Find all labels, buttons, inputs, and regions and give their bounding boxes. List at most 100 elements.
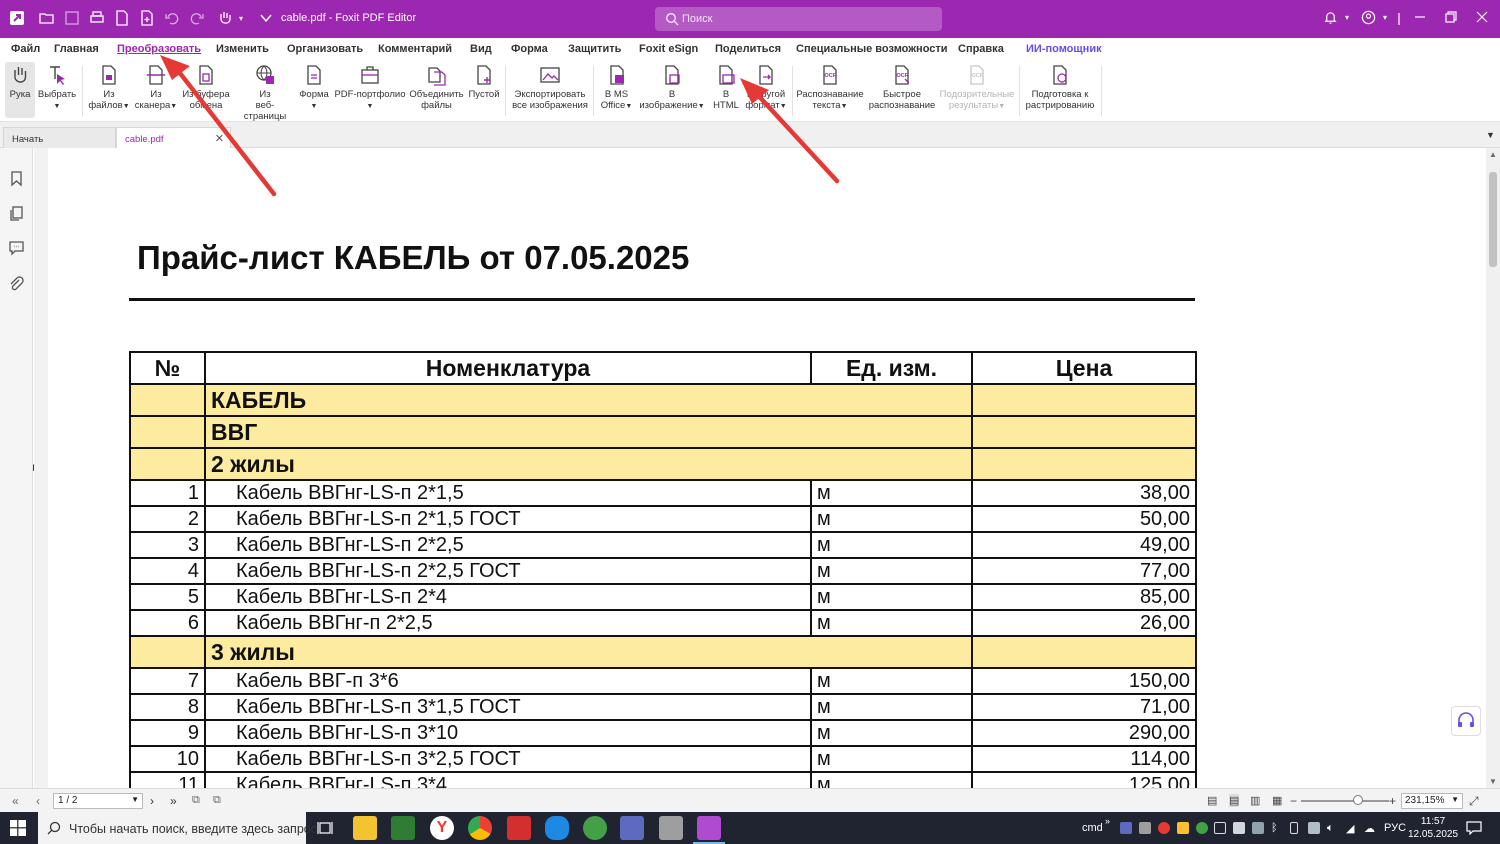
menu-accessibility[interactable]: Специальные возможности <box>796 43 948 55</box>
file-explorer-app-icon[interactable] <box>353 816 377 840</box>
menu-organize[interactable]: Организовать <box>287 43 363 55</box>
language-indicator[interactable]: РУС <box>1384 822 1406 834</box>
zoom-in-icon[interactable]: + <box>1389 794 1396 808</box>
minimize-icon[interactable] <box>1412 10 1428 26</box>
from-web-button[interactable]: Из веб-страницы <box>235 62 295 122</box>
excel-app-icon[interactable] <box>391 816 415 840</box>
scanner-app-icon[interactable] <box>659 816 683 840</box>
task-view-icon[interactable] <box>317 821 333 835</box>
chevron-down-icon[interactable]: ▾ <box>1339 10 1355 26</box>
network-icon[interactable]: ◢ <box>1346 822 1354 835</box>
scroll-up-icon[interactable]: ▲ <box>1489 150 1497 159</box>
to-other-format-button[interactable]: В другой формат▼ <box>744 62 788 118</box>
menu-protect[interactable]: Защитить <box>568 43 621 55</box>
notification-bell-icon[interactable] <box>1322 10 1338 26</box>
chevron-down-icon[interactable]: ▾ <box>1377 10 1393 26</box>
tray-app-icon[interactable] <box>1139 822 1151 834</box>
scroll-down-icon[interactable]: ▼ <box>1489 777 1497 786</box>
combine-files-button[interactable]: Объединить файлы <box>409 62 464 118</box>
to-ms-office-button[interactable]: В MS Office▼ <box>599 62 634 118</box>
prev-page-icon[interactable]: ‹ <box>36 794 40 808</box>
acrobat-app-icon[interactable] <box>507 816 531 840</box>
document-view[interactable]: Прайс-лист КАБЕЛЬ от 07.05.2025 № Номенк… <box>48 148 1480 788</box>
last-page-icon[interactable]: » <box>170 794 177 808</box>
volume-icon[interactable]: 🔈︎ <box>1327 822 1334 835</box>
continuous-page-icon[interactable]: ▤ <box>1229 794 1240 807</box>
utorrent-app-icon[interactable] <box>583 816 607 840</box>
chrome-app-icon[interactable] <box>468 816 492 840</box>
clock[interactable]: 11:57 12.05.2025 <box>1408 815 1458 841</box>
suspect-results-button[interactable]: OCR Подозрительные результаты▼ <box>939 62 1015 118</box>
prev-view-icon[interactable]: ⧉ <box>192 794 200 807</box>
attachment-icon[interactable] <box>8 276 25 293</box>
pdf-portfolio-button[interactable]: PDF-портфолио ▼ <box>334 62 406 118</box>
menu-comment[interactable]: Комментарий <box>378 43 452 55</box>
zoom-slider-knob[interactable] <box>1353 795 1363 805</box>
menu-esign[interactable]: Foxit eSign <box>639 43 698 55</box>
fullscreen-icon[interactable]: ⤢ <box>1469 794 1479 809</box>
tab-cable-pdf[interactable]: cable.pdf ✕ <box>116 127 231 148</box>
create-icon[interactable] <box>138 10 156 28</box>
chevron-down-icon[interactable]: ▾ <box>232 10 250 28</box>
first-page-icon[interactable]: « <box>12 794 19 808</box>
zoom-slider-track[interactable] <box>1301 800 1389 802</box>
comments-icon[interactable] <box>8 239 25 256</box>
export-images-button[interactable]: Экспортировать все изображения <box>511 62 589 118</box>
tab-start[interactable]: Начать <box>3 127 116 148</box>
select-tool-button[interactable]: Выбрать ▼ <box>37 62 77 118</box>
menu-view[interactable]: Вид <box>470 43 492 55</box>
form-button[interactable]: Форма ▼ <box>298 62 330 118</box>
page-number-input[interactable]: 1 / 2 ▼ <box>53 793 143 809</box>
taskbar-search-box[interactable]: Чтобы начать поиск, введите здесь запрос <box>38 812 317 844</box>
open-folder-icon[interactable] <box>38 10 56 28</box>
tray-overflow-icon[interactable]: » <box>1105 816 1110 826</box>
redo-icon[interactable] <box>188 10 206 28</box>
tray-app-icon[interactable] <box>1158 822 1170 834</box>
to-image-button[interactable]: Визображение▼ <box>638 62 706 118</box>
close-icon[interactable] <box>1474 10 1490 26</box>
quick-ocr-button[interactable]: OCR Быстрое распознавание <box>867 62 937 118</box>
tray-app-icon[interactable] <box>1308 822 1320 834</box>
foxit-taskbar-icon[interactable] <box>693 816 725 844</box>
zoom-out-icon[interactable]: − <box>1290 794 1297 808</box>
search-box[interactable]: Поиск <box>655 7 942 31</box>
customize-toolbar-icon[interactable] <box>257 10 275 28</box>
menu-form[interactable]: Форма <box>511 43 548 55</box>
menu-ai-assistant[interactable]: ИИ-помощник <box>1026 43 1102 55</box>
menu-file[interactable]: Файл <box>11 43 40 55</box>
bluetooth-icon[interactable]: ᛒ <box>1271 822 1278 834</box>
tray-cmd-label[interactable]: cmd <box>1082 822 1103 834</box>
ocr-button[interactable]: OCR Распознавание текста▼ <box>796 62 864 118</box>
battery-icon[interactable] <box>1290 822 1298 834</box>
yandex-browser-app-icon[interactable]: Y <box>430 816 454 840</box>
tray-app-icon[interactable] <box>1177 822 1189 834</box>
support-chat-button[interactable] <box>1451 706 1481 736</box>
windows-start-icon[interactable] <box>10 820 26 836</box>
notifications-icon[interactable] <box>1466 821 1482 835</box>
save-icon[interactable] <box>63 10 81 28</box>
chevron-down-icon[interactable]: ▼ <box>1451 795 1459 804</box>
chevron-down-icon[interactable]: ▼ <box>131 795 139 804</box>
tray-app-icon[interactable] <box>1120 822 1132 834</box>
new-doc-icon[interactable] <box>113 10 131 28</box>
cloud-app-icon[interactable] <box>545 816 569 840</box>
menu-edit[interactable]: Изменить <box>216 43 269 55</box>
menu-home[interactable]: Главная <box>54 43 99 55</box>
tray-app-icon[interactable] <box>1233 822 1245 834</box>
tray-app-icon[interactable] <box>1196 822 1208 834</box>
from-files-button[interactable]: Из файлов▼ <box>88 62 130 118</box>
close-tab-icon[interactable]: ✕ <box>215 132 224 145</box>
tray-app-icon[interactable] <box>1214 822 1226 834</box>
next-page-icon[interactable]: › <box>150 794 154 808</box>
tray-app-icon[interactable] <box>1252 822 1264 834</box>
continuous-facing-icon[interactable]: ▦ <box>1272 794 1282 807</box>
undo-icon[interactable] <box>163 10 181 28</box>
menu-share[interactable]: Поделиться <box>715 43 781 55</box>
print-icon[interactable] <box>88 10 106 28</box>
hand-tool-button[interactable]: Рука <box>5 62 35 118</box>
menu-convert[interactable]: Преобразовать <box>117 43 201 55</box>
from-scanner-button[interactable]: Из сканера▼ <box>134 62 178 118</box>
bookmark-icon[interactable] <box>8 170 25 187</box>
vertical-scrollbar[interactable]: ▲ ▼ <box>1486 148 1500 788</box>
onedrive-icon[interactable]: ☁︎ <box>1364 822 1375 835</box>
